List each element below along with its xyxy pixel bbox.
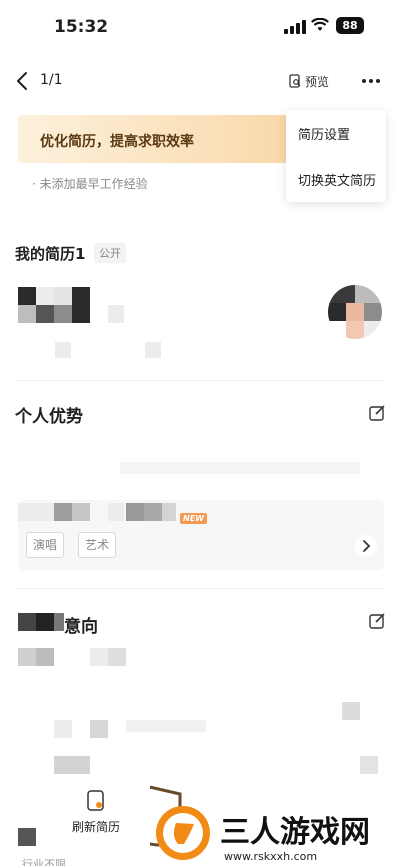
section-title-intent: 意向 <box>64 617 98 637</box>
edit-intent-icon[interactable] <box>368 612 386 630</box>
menu-item-resume-settings[interactable]: 简历设置 <box>298 124 350 143</box>
status-time: 15:32 <box>54 17 109 37</box>
nav-bar: 1/1 预览 <box>0 58 400 104</box>
visibility-badge[interactable]: 公开 <box>94 243 126 263</box>
new-badge: NEW <box>180 513 207 524</box>
preview-button[interactable]: 预览 <box>288 70 329 92</box>
resume-title: 我的简历1 <box>15 245 86 263</box>
blurred-advantage-text <box>120 462 360 474</box>
pixelated-block <box>18 828 36 846</box>
watermark-url: www.rskxxh.com <box>224 850 317 863</box>
refresh-resume-button[interactable]: 刷新简历 <box>66 790 126 835</box>
refresh-resume-icon <box>87 790 104 811</box>
banner-text: 优化简历，提高求职效率 <box>40 134 194 150</box>
missing-experience-note: · 未添加最早工作经验 <box>32 177 148 191</box>
battery-icon: 88 <box>336 17 364 34</box>
refresh-resume-label: 刷新简历 <box>71 820 120 834</box>
page-indicator: 1/1 <box>40 72 63 88</box>
industry-text: 行业不限 <box>22 858 66 866</box>
watermark-logo: 三人游戏网 www.rskxxh.com <box>150 785 370 863</box>
divider <box>15 588 385 589</box>
options-dropdown: 简历设置 切换英文简历 <box>286 110 386 202</box>
back-arrow-icon[interactable] <box>12 70 34 92</box>
skill-tag[interactable]: 演唱 <box>26 532 65 558</box>
more-options-icon[interactable] <box>356 66 386 96</box>
status-bar: 15:32 88 <box>0 0 400 54</box>
preview-label: 预览 <box>305 74 330 89</box>
divider <box>15 380 385 381</box>
avatar[interactable] <box>328 285 382 339</box>
menu-item-switch-english[interactable]: 切换英文简历 <box>298 170 376 189</box>
chevron-right-icon[interactable] <box>355 535 377 557</box>
watermark-brand: 三人游戏网 <box>220 815 370 850</box>
cellular-signal-icon <box>284 20 306 34</box>
edit-advantage-icon[interactable] <box>368 404 386 422</box>
section-title-advantage: 个人优势 <box>15 407 83 427</box>
skill-tag[interactable]: 艺术 <box>78 532 117 558</box>
wifi-icon <box>311 18 329 31</box>
optimize-resume-banner[interactable]: 优化简历，提高求职效率 <box>18 115 286 163</box>
document-preview-icon <box>289 74 301 88</box>
